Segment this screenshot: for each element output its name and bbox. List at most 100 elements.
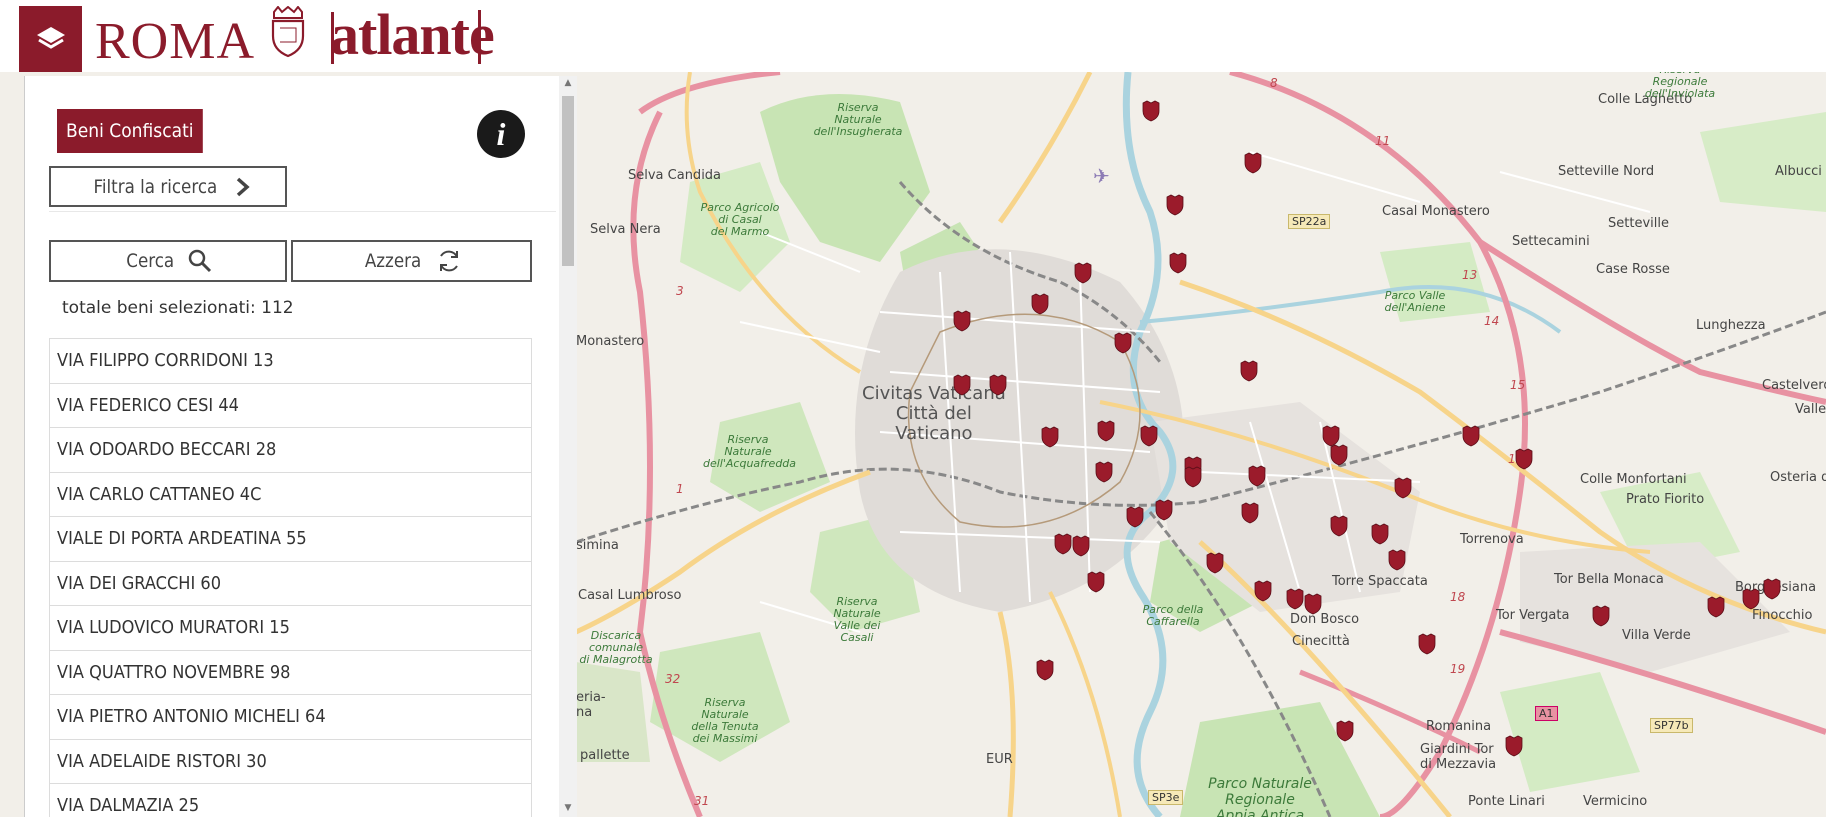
list-item[interactable]: VIA PIETRO ANTONIO MICHELI 64 — [49, 694, 532, 739]
map-label-osteria: Osteria d — [1770, 470, 1826, 485]
map-marker[interactable] — [1304, 593, 1322, 615]
map-marker[interactable] — [1184, 466, 1202, 488]
list-item-label: VIA FEDERICO CESI 44 — [57, 394, 239, 416]
map-marker[interactable] — [1126, 506, 1144, 528]
list-item[interactable]: VIA ADELAIDE RISTORI 30 — [49, 738, 532, 783]
map-label-casal-monastero: Casal Monastero — [1382, 204, 1490, 219]
map-label-villa-verde: Villa Verde — [1622, 628, 1691, 643]
map-marker[interactable] — [1072, 535, 1090, 557]
map-label-vermicino: Vermicino — [1583, 794, 1648, 809]
map-marker[interactable] — [1592, 605, 1610, 627]
list-item[interactable]: VIA ODOARDO BECCARI 28 — [49, 427, 532, 472]
brand-name: ROMA — [95, 13, 256, 70]
road-number-18: 18 — [1450, 590, 1466, 604]
list-item-label: VIA ADELAIDE RISTORI 30 — [57, 750, 267, 772]
map-marker[interactable] — [1515, 448, 1533, 470]
map-marker[interactable] — [1462, 425, 1480, 447]
map-marker[interactable] — [1240, 360, 1258, 382]
map-label-vatican: Civitas Vaticana Città del Vaticano — [862, 383, 1006, 444]
results-list: VIA FILIPPO CORRIDONI 13 VIA FEDERICO CE… — [49, 338, 532, 817]
map-marker[interactable] — [1505, 735, 1523, 757]
map-marker[interactable] — [1031, 293, 1049, 315]
list-item[interactable]: VIALE DI PORTA ARDEATINA 55 — [49, 516, 532, 561]
map-marker[interactable] — [1336, 720, 1354, 742]
map-label-castelverde: Castelverde — [1762, 378, 1826, 393]
filter-button[interactable]: Filtra la ricerca — [49, 166, 287, 207]
list-item-label: VIA LUDOVICO MURATORI 15 — [57, 617, 290, 639]
list-item[interactable]: VIA QUATTRO NOVEMBRE 98 — [49, 649, 532, 694]
scroll-down-arrow[interactable]: ▼ — [559, 803, 577, 815]
map-marker[interactable] — [1087, 571, 1105, 593]
map-marker[interactable] — [1041, 426, 1059, 448]
map-label-parco-casal-marmo: Parco Agricolo di Casal del Marmo — [700, 201, 780, 238]
list-item[interactable]: VIA CARLO CATTANEO 4C — [49, 471, 532, 516]
map-marker[interactable] — [1095, 461, 1113, 483]
map-marker[interactable] — [1248, 465, 1266, 487]
map-label-torre-spaccata: Torre Spaccata — [1332, 574, 1428, 589]
scroll-thumb[interactable] — [562, 96, 574, 266]
map-label-riserva-insugherata: Riserva Naturale dell'Insugherata — [813, 101, 903, 138]
scroll-up-arrow[interactable]: ▲ — [559, 78, 577, 90]
road-number-3: 3 — [676, 284, 684, 298]
map-label-monastero: Monastero — [576, 334, 645, 349]
layers-icon[interactable] — [19, 6, 82, 72]
map-marker[interactable] — [1330, 515, 1348, 537]
map-marker[interactable] — [1330, 444, 1348, 466]
map-marker[interactable] — [1074, 262, 1092, 284]
map-marker[interactable] — [1155, 499, 1173, 521]
map-marker[interactable] — [1763, 578, 1781, 600]
map-marker[interactable] — [989, 374, 1007, 396]
map-marker[interactable] — [1097, 420, 1115, 442]
map-label-don-bosco: Don Bosco — [1290, 612, 1360, 627]
spqr-crest-icon — [268, 5, 308, 62]
map-label-romanina: Romanina — [1426, 719, 1492, 734]
map-label-finocchio: Finocchio — [1752, 608, 1813, 623]
map-marker[interactable] — [1166, 194, 1184, 216]
map-label-torrenova: Torrenova — [1460, 532, 1524, 547]
map-marker[interactable] — [1054, 533, 1072, 555]
map-marker[interactable] — [1371, 523, 1389, 545]
map-marker[interactable] — [1114, 332, 1132, 354]
map-label-eur: EUR — [986, 752, 1013, 767]
map-marker[interactable] — [1169, 252, 1187, 274]
list-item[interactable]: VIA DALMAZIA 25 — [49, 783, 532, 817]
list-item[interactable]: VIA DEI GRACCHI 60 — [49, 560, 532, 605]
list-item[interactable]: VIA FEDERICO CESI 44 — [49, 382, 532, 427]
reset-button[interactable]: Azzera — [291, 240, 532, 282]
road-number-14: 14 — [1484, 314, 1500, 328]
map-marker[interactable] — [1418, 633, 1436, 655]
reset-button-label: Azzera — [365, 250, 422, 272]
map-marker[interactable] — [1388, 549, 1406, 571]
map-label-setteville-nord: Setteville Nord — [1558, 164, 1655, 179]
map-marker[interactable] — [1244, 152, 1262, 174]
map-marker[interactable] — [1707, 596, 1725, 618]
search-panel: Beni Confiscati i Filtra la ricerca Cerc… — [24, 76, 577, 817]
map-marker[interactable] — [1742, 588, 1760, 610]
map-label-eria: eria-na — [576, 690, 606, 720]
map-marker[interactable] — [1142, 100, 1160, 122]
list-item[interactable]: VIA LUDOVICO MURATORI 15 — [49, 605, 532, 650]
road-number-19: 19 — [1450, 662, 1466, 676]
map-label-inviolata: Riserva Regionale dell'Inviolata — [1644, 72, 1716, 100]
search-button[interactable]: Cerca — [49, 240, 287, 282]
map-marker[interactable] — [1206, 552, 1224, 574]
road-label-a1: A1 — [1535, 706, 1558, 721]
map-marker[interactable] — [953, 310, 971, 332]
list-item-label: VIA DEI GRACCHI 60 — [57, 572, 222, 594]
panel-scrollbar[interactable]: ▲ ▼ — [559, 76, 577, 817]
map-marker[interactable] — [1394, 477, 1412, 499]
map-marker[interactable] — [1241, 502, 1259, 524]
list-item-label: VIA ODOARDO BECCARI 28 — [57, 439, 277, 461]
filter-row: Filtra la ricerca — [49, 166, 556, 212]
info-icon[interactable]: i — [477, 110, 525, 158]
product-name: atlante — [330, 2, 495, 67]
map-marker[interactable] — [953, 374, 971, 396]
map-marker[interactable] — [1254, 580, 1272, 602]
map-marker[interactable] — [1036, 659, 1054, 681]
map-label-simina: simina — [576, 538, 619, 553]
road-number-1: 1 — [676, 482, 684, 496]
list-item[interactable]: VIA FILIPPO CORRIDONI 13 — [49, 338, 532, 383]
map-marker[interactable] — [1140, 425, 1158, 447]
map-marker[interactable] — [1286, 588, 1304, 610]
search-icon — [188, 249, 212, 273]
